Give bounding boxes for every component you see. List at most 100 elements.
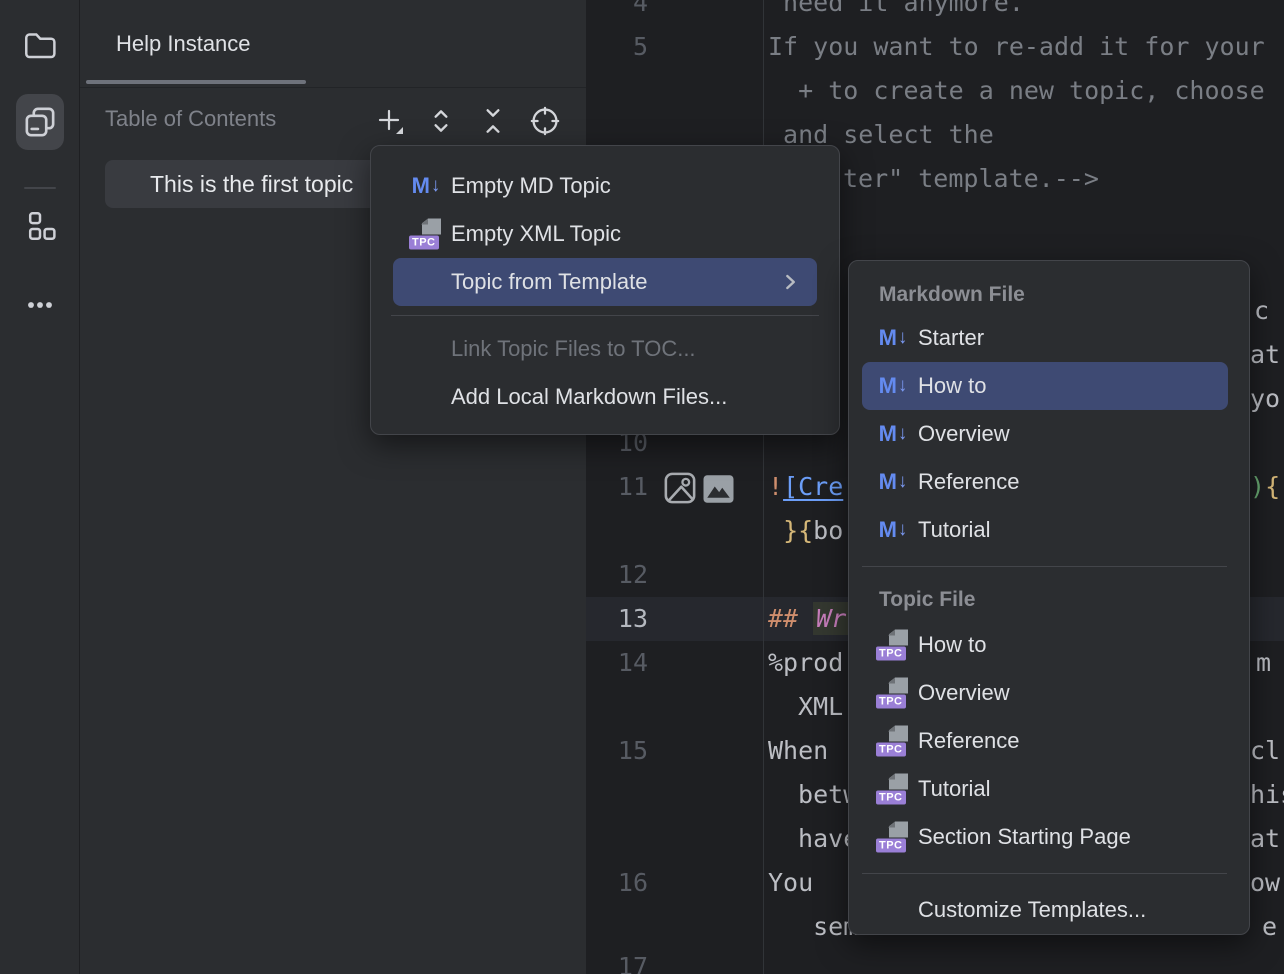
toc-header-label: Table of Contents xyxy=(105,106,276,132)
expand-all-button[interactable] xyxy=(423,103,459,139)
menu-item-label: Starter xyxy=(918,325,984,351)
line-number: 4 xyxy=(586,0,648,25)
code-line: have xyxy=(783,817,858,861)
code-line: ![Cre xyxy=(768,465,843,509)
topic-icon: TPC xyxy=(876,822,910,853)
menu-item-label: Customize Templates... xyxy=(918,897,1146,923)
topic-icon: TPC xyxy=(409,219,443,250)
divider xyxy=(80,87,586,88)
submenu-item-how-to-tpc[interactable]: TPC How to xyxy=(862,621,1228,669)
submenu-item-overview-tpc[interactable]: TPC Overview xyxy=(862,669,1228,717)
code-fragment: ){ xyxy=(1250,465,1280,509)
line-number: 5 xyxy=(586,25,648,69)
menu-item-label: Reference xyxy=(918,728,1020,754)
image-filled-icon[interactable] xyxy=(702,474,735,504)
submenu-item-starter[interactable]: M↓ Starter xyxy=(862,314,1228,362)
menu-item-customize-templates[interactable]: Customize Templates... xyxy=(862,886,1228,934)
menu-item-topic-from-template[interactable]: Topic from Template xyxy=(393,258,817,306)
tool-window-stripe xyxy=(0,0,80,974)
tab-indicator xyxy=(86,80,306,84)
code-line: need it anymore. xyxy=(768,0,1024,25)
menu-item-label: Tutorial xyxy=(918,517,991,543)
code-fragment: at xyxy=(1250,817,1280,861)
code-line: You xyxy=(768,861,813,905)
line-number: 16 xyxy=(586,861,648,905)
code-line: %prod xyxy=(768,641,843,685)
code-fragment: at xyxy=(1250,333,1280,377)
menu-item-label: Empty MD Topic xyxy=(451,173,611,199)
submenu-item-reference-md[interactable]: M↓ Reference xyxy=(862,458,1228,506)
line-number: 12 xyxy=(586,553,648,597)
section-header-markdown-file: Markdown File xyxy=(849,276,1249,314)
menu-item-label: Tutorial xyxy=(918,776,991,802)
code-line: + to create a new topic, choose xyxy=(768,69,1265,113)
code-line: If you want to re-add it for your xyxy=(768,25,1265,69)
menu-item-label: Reference xyxy=(918,469,1020,495)
menu-separator xyxy=(862,566,1227,567)
ide-window: { "window": { "title": "Help Instance" }… xyxy=(0,0,1284,974)
topic-icon: TPC xyxy=(876,774,910,805)
folder-icon[interactable] xyxy=(16,21,64,69)
markdown-icon: M↓ xyxy=(876,469,910,495)
menu-separator xyxy=(862,873,1227,874)
tool-windows-icon[interactable] xyxy=(16,94,64,150)
new-topic-menu: M↓ Empty MD Topic TPC Empty XML Topic To… xyxy=(370,145,840,435)
paren: ) xyxy=(1250,472,1265,501)
md-link: [Cre xyxy=(783,472,843,501)
more-icon[interactable] xyxy=(16,281,64,329)
submenu-item-how-to-md[interactable]: M↓ How to xyxy=(862,362,1228,410)
code-fragment: yo xyxy=(1250,377,1280,421)
submenu-item-section-starting-page[interactable]: TPC Section Starting Page xyxy=(862,813,1228,861)
code-line: When xyxy=(768,729,828,773)
topic-icon: TPC xyxy=(876,678,910,709)
add-button[interactable] xyxy=(371,103,407,139)
tool-window-title[interactable]: Help Instance xyxy=(116,31,251,57)
markdown-icon: M↓ xyxy=(409,173,443,199)
submenu-item-reference-tpc[interactable]: TPC Reference xyxy=(862,717,1228,765)
toc-item-label: This is the first topic xyxy=(150,171,353,198)
brace: { xyxy=(1265,472,1280,501)
menu-item-add-local-markdown[interactable]: Add Local Markdown Files... xyxy=(393,373,817,421)
line-number: 11 xyxy=(586,465,648,509)
section-header-topic-file: Topic File xyxy=(849,579,1249,621)
space xyxy=(798,604,813,633)
submenu-item-tutorial-md[interactable]: M↓ Tutorial xyxy=(862,506,1228,554)
topic-from-template-submenu: Markdown File M↓ Starter M↓ How to M↓ Ov… xyxy=(848,260,1250,935)
menu-separator xyxy=(391,315,819,316)
menu-item-label: Add Local Markdown Files... xyxy=(451,384,727,410)
code-fragment: cl xyxy=(1250,729,1280,773)
topic-icon: TPC xyxy=(876,726,910,757)
submenu-arrow-icon xyxy=(777,269,803,295)
image-outline-icon[interactable] xyxy=(662,470,698,506)
code-fragment: c xyxy=(1254,289,1269,333)
menu-item-label: Empty XML Topic xyxy=(451,221,621,247)
structure-icon[interactable] xyxy=(16,203,64,251)
code-fragment: ow xyxy=(1250,861,1280,905)
code-fragment: his xyxy=(1250,773,1284,817)
line-number: 14 xyxy=(586,641,648,685)
md-image-bang: ! xyxy=(768,472,783,501)
braces: }{ xyxy=(783,516,813,545)
locate-button[interactable] xyxy=(527,103,563,139)
line-number: 15 xyxy=(586,729,648,773)
menu-item-label: How to xyxy=(918,373,986,399)
code-line: betw xyxy=(783,773,858,817)
collapse-all-button[interactable] xyxy=(475,103,511,139)
submenu-item-overview-md[interactable]: M↓ Overview xyxy=(862,410,1228,458)
submenu-item-tutorial-tpc[interactable]: TPC Tutorial xyxy=(862,765,1228,813)
menu-item-label: Overview xyxy=(918,421,1010,447)
menu-item-empty-md-topic[interactable]: M↓ Empty MD Topic xyxy=(393,162,817,210)
heading-hashes: ## xyxy=(768,604,798,633)
menu-item-empty-xml-topic[interactable]: TPC Empty XML Topic xyxy=(393,210,817,258)
text: bo xyxy=(813,516,843,545)
code-line: XML. xyxy=(783,685,858,729)
code-line: sem xyxy=(783,905,858,949)
markdown-icon: M↓ xyxy=(876,325,910,351)
menu-item-label: How to xyxy=(918,632,986,658)
code-line: }{bo xyxy=(768,509,843,553)
code-fragment: e xyxy=(1262,905,1277,949)
menu-item-link-topic-files[interactable]: Link Topic Files to TOC... xyxy=(393,325,817,373)
markdown-icon: M↓ xyxy=(876,517,910,543)
menu-item-label: Section Starting Page xyxy=(918,824,1131,850)
space xyxy=(768,516,783,545)
